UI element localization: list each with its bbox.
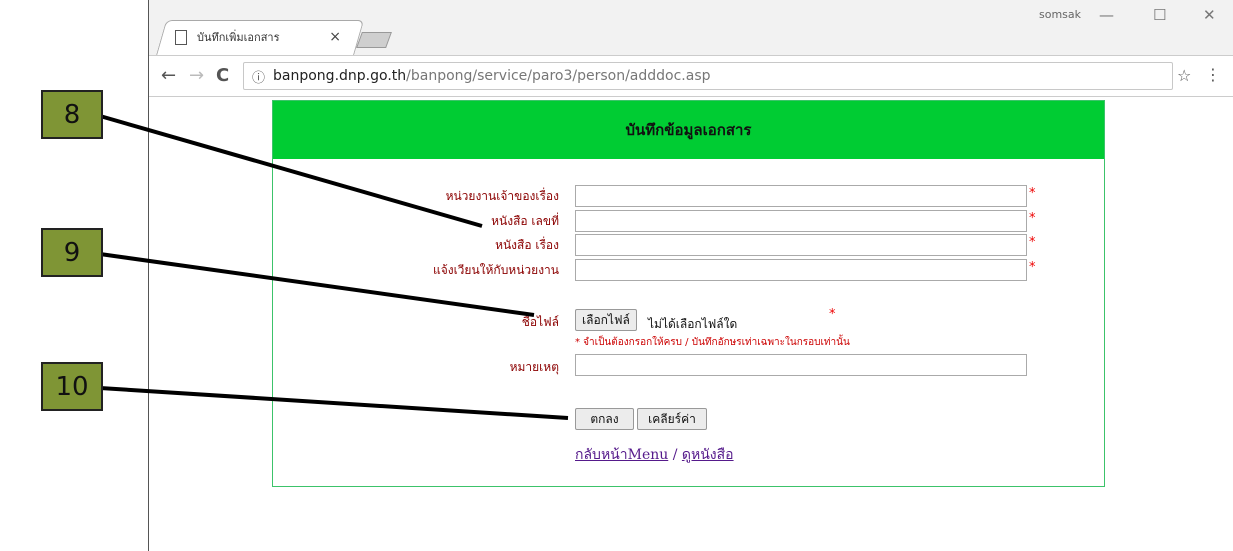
- callout-8: 8: [41, 90, 103, 139]
- callout-line-10: [99, 386, 569, 420]
- callout-line-9: [99, 252, 535, 317]
- callout-10: 10: [41, 362, 103, 411]
- callout-line-8: [99, 114, 483, 228]
- callout-lines: [99, 114, 569, 420]
- callout-9: 9: [41, 228, 103, 277]
